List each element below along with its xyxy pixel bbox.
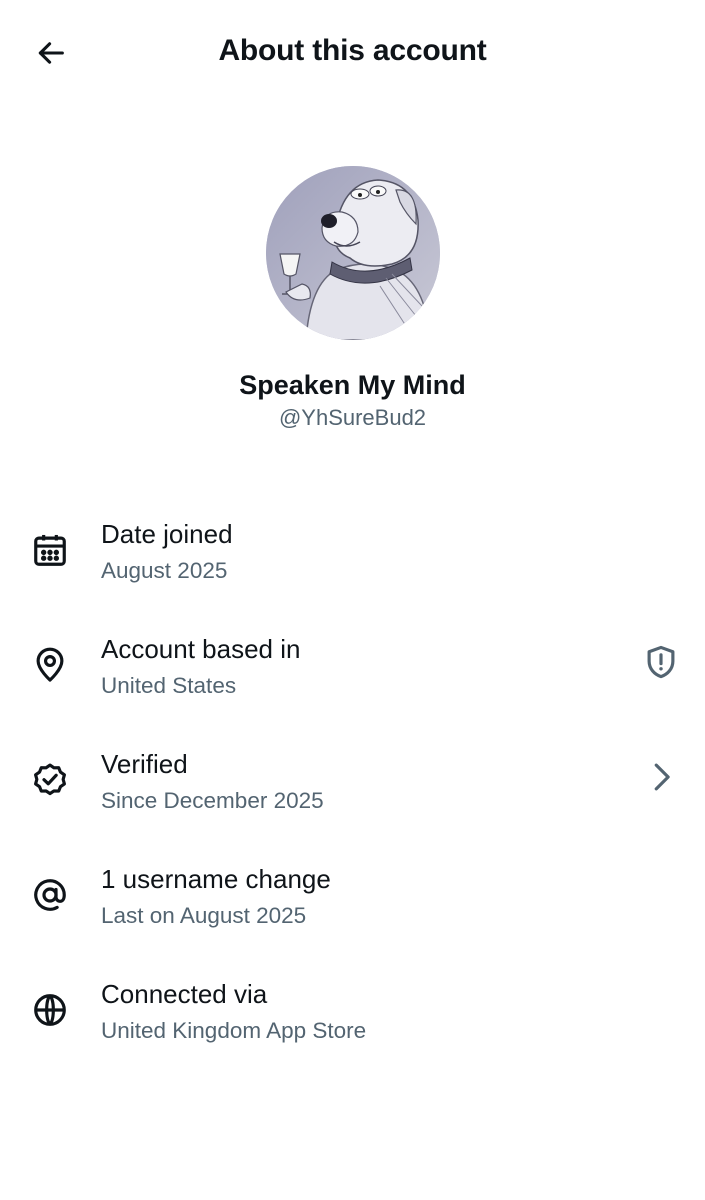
avatar-image xyxy=(265,166,440,340)
row-title: Account based in xyxy=(101,634,301,664)
profile-summary: Speaken My Mind @YhSureBud2 xyxy=(0,166,705,431)
globe-icon xyxy=(30,990,70,1030)
calendar-icon xyxy=(30,530,70,570)
location-pin-icon xyxy=(30,645,70,685)
row-text: Connected via United Kingdom App Store xyxy=(101,978,366,1046)
row-title: Connected via xyxy=(101,979,268,1009)
row-username-change: 1 username change Last on August 2025 xyxy=(0,851,705,966)
avatar[interactable] xyxy=(265,166,440,340)
row-subtitle: Since December 2025 xyxy=(101,788,324,813)
row-subtitle: United States xyxy=(101,673,237,698)
row-text: Account based in United States xyxy=(101,633,300,701)
row-text: Date joined August 2025 xyxy=(101,518,233,586)
row-subtitle: United Kingdom App Store xyxy=(101,1018,367,1043)
handle: @YhSureBud2 xyxy=(278,405,427,430)
row-verified[interactable]: Verified Since December 2025 xyxy=(0,736,705,851)
shield-alert-icon[interactable] xyxy=(641,641,681,683)
display-name: Speaken My Mind xyxy=(239,370,466,400)
row-account-based-in: Account based in United States xyxy=(0,621,705,736)
account-info-list: Date joined August 2025 Account based in… xyxy=(0,506,705,1081)
page-title: About this account xyxy=(218,34,487,67)
row-subtitle: Last on August 2025 xyxy=(101,903,307,928)
row-title: Verified xyxy=(101,749,188,779)
verified-badge-icon xyxy=(30,760,70,800)
row-title: Date joined xyxy=(101,519,233,549)
row-title: 1 username change xyxy=(101,864,331,894)
row-connected-via: Connected via United Kingdom App Store xyxy=(0,966,705,1081)
row-text: Verified Since December 2025 xyxy=(101,748,324,816)
about-account-page: About this account Speaken My Mind @YhSu… xyxy=(0,0,705,1200)
at-sign-icon xyxy=(30,875,70,915)
chevron-right-icon[interactable] xyxy=(641,756,681,798)
row-date-joined: Date joined August 2025 xyxy=(0,506,705,621)
header: About this account xyxy=(0,0,705,106)
row-text: 1 username change Last on August 2025 xyxy=(101,863,331,931)
row-subtitle: August 2025 xyxy=(101,558,228,583)
